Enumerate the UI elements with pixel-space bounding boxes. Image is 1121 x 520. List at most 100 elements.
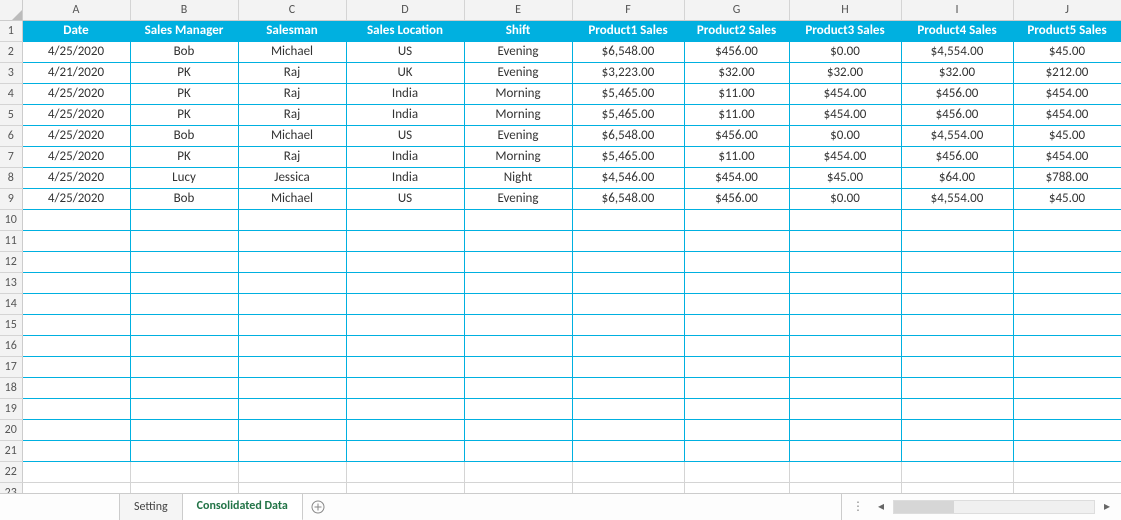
cell[interactable]: India: [346, 104, 464, 125]
cell[interactable]: $32.00: [901, 62, 1013, 83]
cell[interactable]: $456.00: [901, 83, 1013, 104]
cell[interactable]: Morning: [464, 83, 572, 104]
row-head-16[interactable]: 16: [0, 335, 22, 356]
cell-empty[interactable]: [789, 419, 901, 440]
cell-empty[interactable]: [22, 272, 130, 293]
header-cell[interactable]: Salesman: [238, 20, 346, 41]
cell-empty[interactable]: [789, 272, 901, 293]
cell[interactable]: $456.00: [684, 125, 789, 146]
cell[interactable]: 4/25/2020: [22, 188, 130, 209]
header-cell[interactable]: Product4 Sales: [901, 20, 1013, 41]
cell-empty[interactable]: [130, 209, 238, 230]
cell-empty[interactable]: [346, 230, 464, 251]
cell-outside[interactable]: [684, 482, 789, 493]
cell[interactable]: $45.00: [789, 167, 901, 188]
cell-empty[interactable]: [22, 335, 130, 356]
cell[interactable]: India: [346, 167, 464, 188]
cell[interactable]: US: [346, 41, 464, 62]
cell[interactable]: $32.00: [789, 62, 901, 83]
cell-empty[interactable]: [572, 356, 684, 377]
cell[interactable]: Raj: [238, 104, 346, 125]
cell-empty[interactable]: [789, 356, 901, 377]
cell-empty[interactable]: [238, 314, 346, 335]
cell[interactable]: Evening: [464, 188, 572, 209]
cell[interactable]: Evening: [464, 62, 572, 83]
cell-outside[interactable]: [789, 461, 901, 482]
cell[interactable]: $5,465.00: [572, 146, 684, 167]
col-head-H[interactable]: H: [789, 0, 901, 20]
header-cell[interactable]: Product5 Sales: [1013, 20, 1121, 41]
cell-empty[interactable]: [901, 377, 1013, 398]
cell-empty[interactable]: [238, 335, 346, 356]
cell[interactable]: $456.00: [901, 146, 1013, 167]
cell[interactable]: Bob: [130, 41, 238, 62]
cell-empty[interactable]: [346, 293, 464, 314]
cell-empty[interactable]: [572, 419, 684, 440]
cell-empty[interactable]: [901, 293, 1013, 314]
row-head-20[interactable]: 20: [0, 419, 22, 440]
cell-empty[interactable]: [901, 440, 1013, 461]
cell-empty[interactable]: [238, 356, 346, 377]
cell[interactable]: $45.00: [1013, 125, 1121, 146]
cell-empty[interactable]: [130, 293, 238, 314]
cell-empty[interactable]: [238, 419, 346, 440]
cell[interactable]: $454.00: [1013, 104, 1121, 125]
cell-outside[interactable]: [901, 461, 1013, 482]
row-head-1[interactable]: 1: [0, 20, 22, 41]
cell-empty[interactable]: [1013, 251, 1121, 272]
row-head-3[interactable]: 3: [0, 62, 22, 83]
cell-outside[interactable]: [1013, 461, 1121, 482]
cell-empty[interactable]: [238, 377, 346, 398]
cell-outside[interactable]: [1013, 482, 1121, 493]
cell[interactable]: Morning: [464, 104, 572, 125]
cell-empty[interactable]: [22, 419, 130, 440]
cell-empty[interactable]: [464, 440, 572, 461]
cell-empty[interactable]: [464, 398, 572, 419]
cell-empty[interactable]: [572, 209, 684, 230]
cell-outside[interactable]: [238, 482, 346, 493]
row-head-6[interactable]: 6: [0, 125, 22, 146]
cell[interactable]: Bob: [130, 125, 238, 146]
cell[interactable]: $454.00: [789, 104, 901, 125]
cell-outside[interactable]: [901, 482, 1013, 493]
cell-empty[interactable]: [684, 230, 789, 251]
cell-empty[interactable]: [901, 419, 1013, 440]
cell-empty[interactable]: [1013, 398, 1121, 419]
scrollbar-grip-icon[interactable]: ⋮: [848, 499, 869, 514]
cell-empty[interactable]: [1013, 419, 1121, 440]
add-sheet-button[interactable]: [303, 494, 333, 520]
cell[interactable]: PK: [130, 62, 238, 83]
cell-empty[interactable]: [901, 251, 1013, 272]
scroll-left-button[interactable]: ◂: [873, 499, 889, 515]
cell-empty[interactable]: [346, 209, 464, 230]
col-head-D[interactable]: D: [346, 0, 464, 20]
cell-empty[interactable]: [22, 356, 130, 377]
cell[interactable]: Raj: [238, 62, 346, 83]
cell[interactable]: $4,554.00: [901, 125, 1013, 146]
tab-nav-buttons[interactable]: [0, 494, 120, 520]
cell-empty[interactable]: [572, 398, 684, 419]
cell[interactable]: $456.00: [684, 41, 789, 62]
header-cell[interactable]: Date: [22, 20, 130, 41]
cell-empty[interactable]: [130, 356, 238, 377]
cell[interactable]: US: [346, 188, 464, 209]
row-head-14[interactable]: 14: [0, 293, 22, 314]
cell-empty[interactable]: [346, 377, 464, 398]
cell-empty[interactable]: [346, 356, 464, 377]
cell[interactable]: Michael: [238, 41, 346, 62]
cell-empty[interactable]: [1013, 440, 1121, 461]
cell-empty[interactable]: [22, 314, 130, 335]
cell-empty[interactable]: [1013, 356, 1121, 377]
col-head-F[interactable]: F: [572, 0, 684, 20]
cell-empty[interactable]: [684, 419, 789, 440]
cell-empty[interactable]: [684, 356, 789, 377]
cell-empty[interactable]: [684, 314, 789, 335]
header-cell[interactable]: Sales Manager: [130, 20, 238, 41]
row-head-11[interactable]: 11: [0, 230, 22, 251]
cell-outside[interactable]: [572, 461, 684, 482]
row-head-23[interactable]: 23: [0, 482, 22, 493]
cell-empty[interactable]: [572, 251, 684, 272]
cell[interactable]: India: [346, 146, 464, 167]
cell[interactable]: 4/25/2020: [22, 167, 130, 188]
cell[interactable]: $454.00: [1013, 83, 1121, 104]
